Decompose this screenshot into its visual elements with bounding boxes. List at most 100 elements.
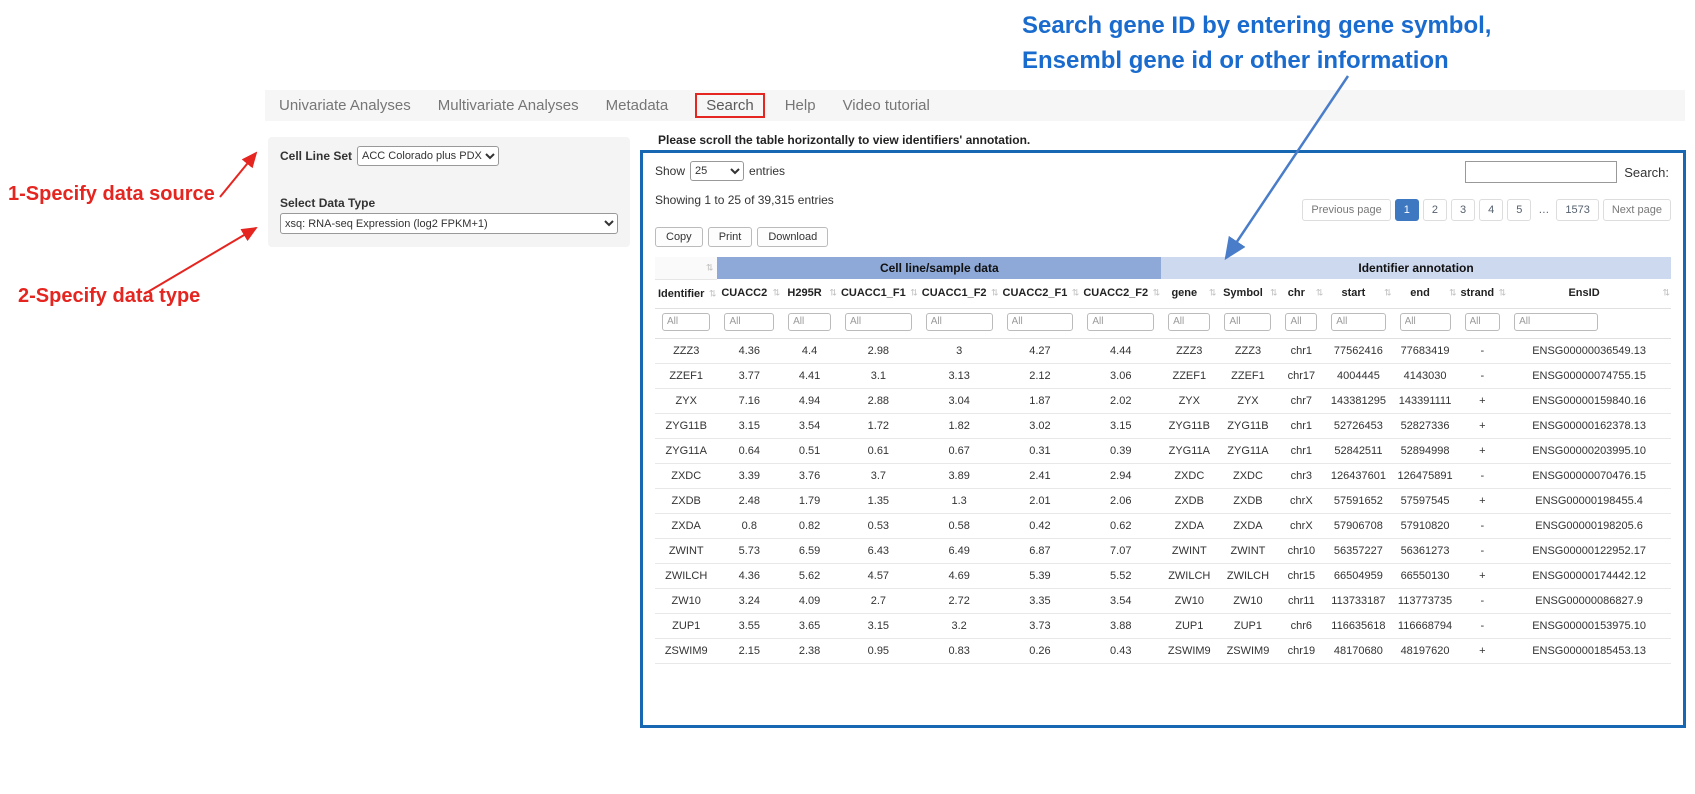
column-label: start: [1341, 287, 1365, 299]
table-cell: 126437601: [1324, 463, 1392, 488]
table-cell: chr1: [1278, 338, 1324, 363]
column-header-identifier[interactable]: Identifier⇅: [655, 279, 717, 308]
column-header-cuacc2-f2[interactable]: CUACC2_F2⇅: [1080, 279, 1161, 308]
table-cell: chr1: [1278, 438, 1324, 463]
page-button-1[interactable]: 1: [1395, 199, 1419, 221]
column-filter-cuacc2-f1[interactable]: [1007, 313, 1074, 331]
nav-item-univariate-analyses[interactable]: Univariate Analyses: [279, 97, 411, 114]
page-button-4[interactable]: 4: [1479, 199, 1503, 221]
column-header-start[interactable]: start⇅: [1324, 279, 1392, 308]
column-header-cuacc2[interactable]: CUACC2⇅: [717, 279, 781, 308]
column-label: gene: [1171, 287, 1197, 299]
column-filter-identifier[interactable]: [662, 313, 710, 331]
table-cell: 1.3: [919, 488, 1000, 513]
table-cell: 0.62: [1080, 513, 1161, 538]
table-cell: -: [1458, 613, 1508, 638]
annotation-step1: 1-Specify data source: [8, 183, 215, 206]
table-cell: 4.44: [1080, 338, 1161, 363]
table-cell: -: [1458, 338, 1508, 363]
sort-icon: ⇅: [1209, 288, 1217, 299]
filter-cell-ensid: [1507, 308, 1671, 338]
table-row: ZYG11B3.153.541.721.823.023.15ZYG11BZYG1…: [655, 413, 1671, 438]
table-cell: 3.02: [1000, 413, 1081, 438]
table-cell: +: [1458, 488, 1508, 513]
column-filter-h295r[interactable]: [788, 313, 831, 331]
table-cell: ZUP1: [655, 613, 717, 638]
table-cell: 0.39: [1080, 438, 1161, 463]
table-cell: 2.41: [1000, 463, 1081, 488]
table-cell: 2.94: [1080, 463, 1161, 488]
table-cell: ENSG00000185453.13: [1507, 638, 1671, 663]
download-button[interactable]: Download: [757, 227, 828, 247]
table-cell: 0.67: [919, 438, 1000, 463]
table-cell: 116668794: [1393, 613, 1458, 638]
table-cell: 4.27: [1000, 338, 1081, 363]
table-cell: 7.16: [717, 388, 781, 413]
table-cell: chr17: [1278, 363, 1324, 388]
table-cell: 2.12: [1000, 363, 1081, 388]
column-header-symbol[interactable]: Symbol⇅: [1217, 279, 1278, 308]
search-annotation: Search gene ID by entering gene symbol, …: [1022, 8, 1491, 78]
print-button[interactable]: Print: [708, 227, 753, 247]
page-button-2[interactable]: 2: [1423, 199, 1447, 221]
page-length-select[interactable]: 25: [690, 161, 744, 181]
nav-item-metadata[interactable]: Metadata: [606, 97, 669, 114]
column-filter-gene[interactable]: [1168, 313, 1210, 331]
column-header-cuacc1-f1[interactable]: CUACC1_F1⇅: [838, 279, 919, 308]
filter-cell-identifier: [655, 308, 717, 338]
cell-line-set-select[interactable]: ACC Colorado plus PDX: [357, 146, 499, 166]
identifier-group-cell[interactable]: ⇅: [655, 257, 717, 279]
table-cell: ZWINT: [1217, 538, 1278, 563]
table-cell: 2.02: [1080, 388, 1161, 413]
gene-data-table: ⇅Cell line/sample dataIdentifier annotat…: [655, 257, 1671, 664]
column-filter-chr[interactable]: [1285, 313, 1317, 331]
column-header-cuacc1-f2[interactable]: CUACC1_F2⇅: [919, 279, 1000, 308]
table-cell: 5.52: [1080, 563, 1161, 588]
next-page-button[interactable]: Next page: [1603, 199, 1671, 221]
table-cell: 56361273: [1393, 538, 1458, 563]
table-cell: 6.87: [1000, 538, 1081, 563]
column-header-h295r[interactable]: H295R⇅: [781, 279, 838, 308]
table-cell: 0.58: [919, 513, 1000, 538]
column-label: CUACC2_F2: [1083, 287, 1148, 299]
column-filter-end[interactable]: [1400, 313, 1451, 331]
data-type-select[interactable]: xsq: RNA-seq Expression (log2 FPKM+1): [280, 213, 618, 234]
nav-item-help[interactable]: Help: [785, 97, 816, 114]
nav-item-video-tutorial[interactable]: Video tutorial: [843, 97, 930, 114]
page-button-5[interactable]: 5: [1507, 199, 1531, 221]
page-button-3[interactable]: 3: [1451, 199, 1475, 221]
column-filter-cuacc2-f2[interactable]: [1087, 313, 1154, 331]
previous-page-button[interactable]: Previous page: [1302, 199, 1390, 221]
nav-item-search[interactable]: Search: [695, 93, 765, 118]
column-filter-cuacc1-f1[interactable]: [845, 313, 912, 331]
table-cell: 2.38: [781, 638, 838, 663]
column-header-gene[interactable]: gene ⇅: [1161, 279, 1217, 308]
column-header-cuacc2-f1[interactable]: CUACC2_F1⇅: [1000, 279, 1081, 308]
column-label: Identifier: [658, 288, 704, 300]
table-cell: ENSG00000159840.16: [1507, 388, 1671, 413]
filter-cell-cuacc2: [717, 308, 781, 338]
table-cell: 0.31: [1000, 438, 1081, 463]
table-search-input[interactable]: [1465, 161, 1617, 183]
column-filter-start[interactable]: [1331, 313, 1385, 331]
table-row: ZWINT5.736.596.436.496.877.07ZWINTZWINTc…: [655, 538, 1671, 563]
table-cell: chr19: [1278, 638, 1324, 663]
table-cell: 5.62: [781, 563, 838, 588]
copy-button[interactable]: Copy: [655, 227, 703, 247]
column-filter-cuacc1-f2[interactable]: [926, 313, 993, 331]
table-cell: chr1: [1278, 413, 1324, 438]
column-filter-cuacc2[interactable]: [724, 313, 774, 331]
table-cell: ZZZ3: [1217, 338, 1278, 363]
page-button-1573[interactable]: 1573: [1556, 199, 1598, 221]
column-filter-symbol[interactable]: [1224, 313, 1271, 331]
column-filter-strand[interactable]: [1465, 313, 1501, 331]
column-header-chr[interactable]: chr⇅: [1278, 279, 1324, 308]
table-cell: -: [1458, 588, 1508, 613]
nav-item-multivariate-analyses[interactable]: Multivariate Analyses: [438, 97, 579, 114]
column-filter-ensid[interactable]: [1514, 313, 1598, 331]
table-cell: 2.98: [838, 338, 919, 363]
column-label: CUACC1_F1: [841, 287, 906, 299]
column-header-strand[interactable]: strand⇅: [1458, 279, 1508, 308]
column-header-end[interactable]: end⇅: [1393, 279, 1458, 308]
column-header-ensid[interactable]: EnsID⇅: [1507, 279, 1671, 308]
